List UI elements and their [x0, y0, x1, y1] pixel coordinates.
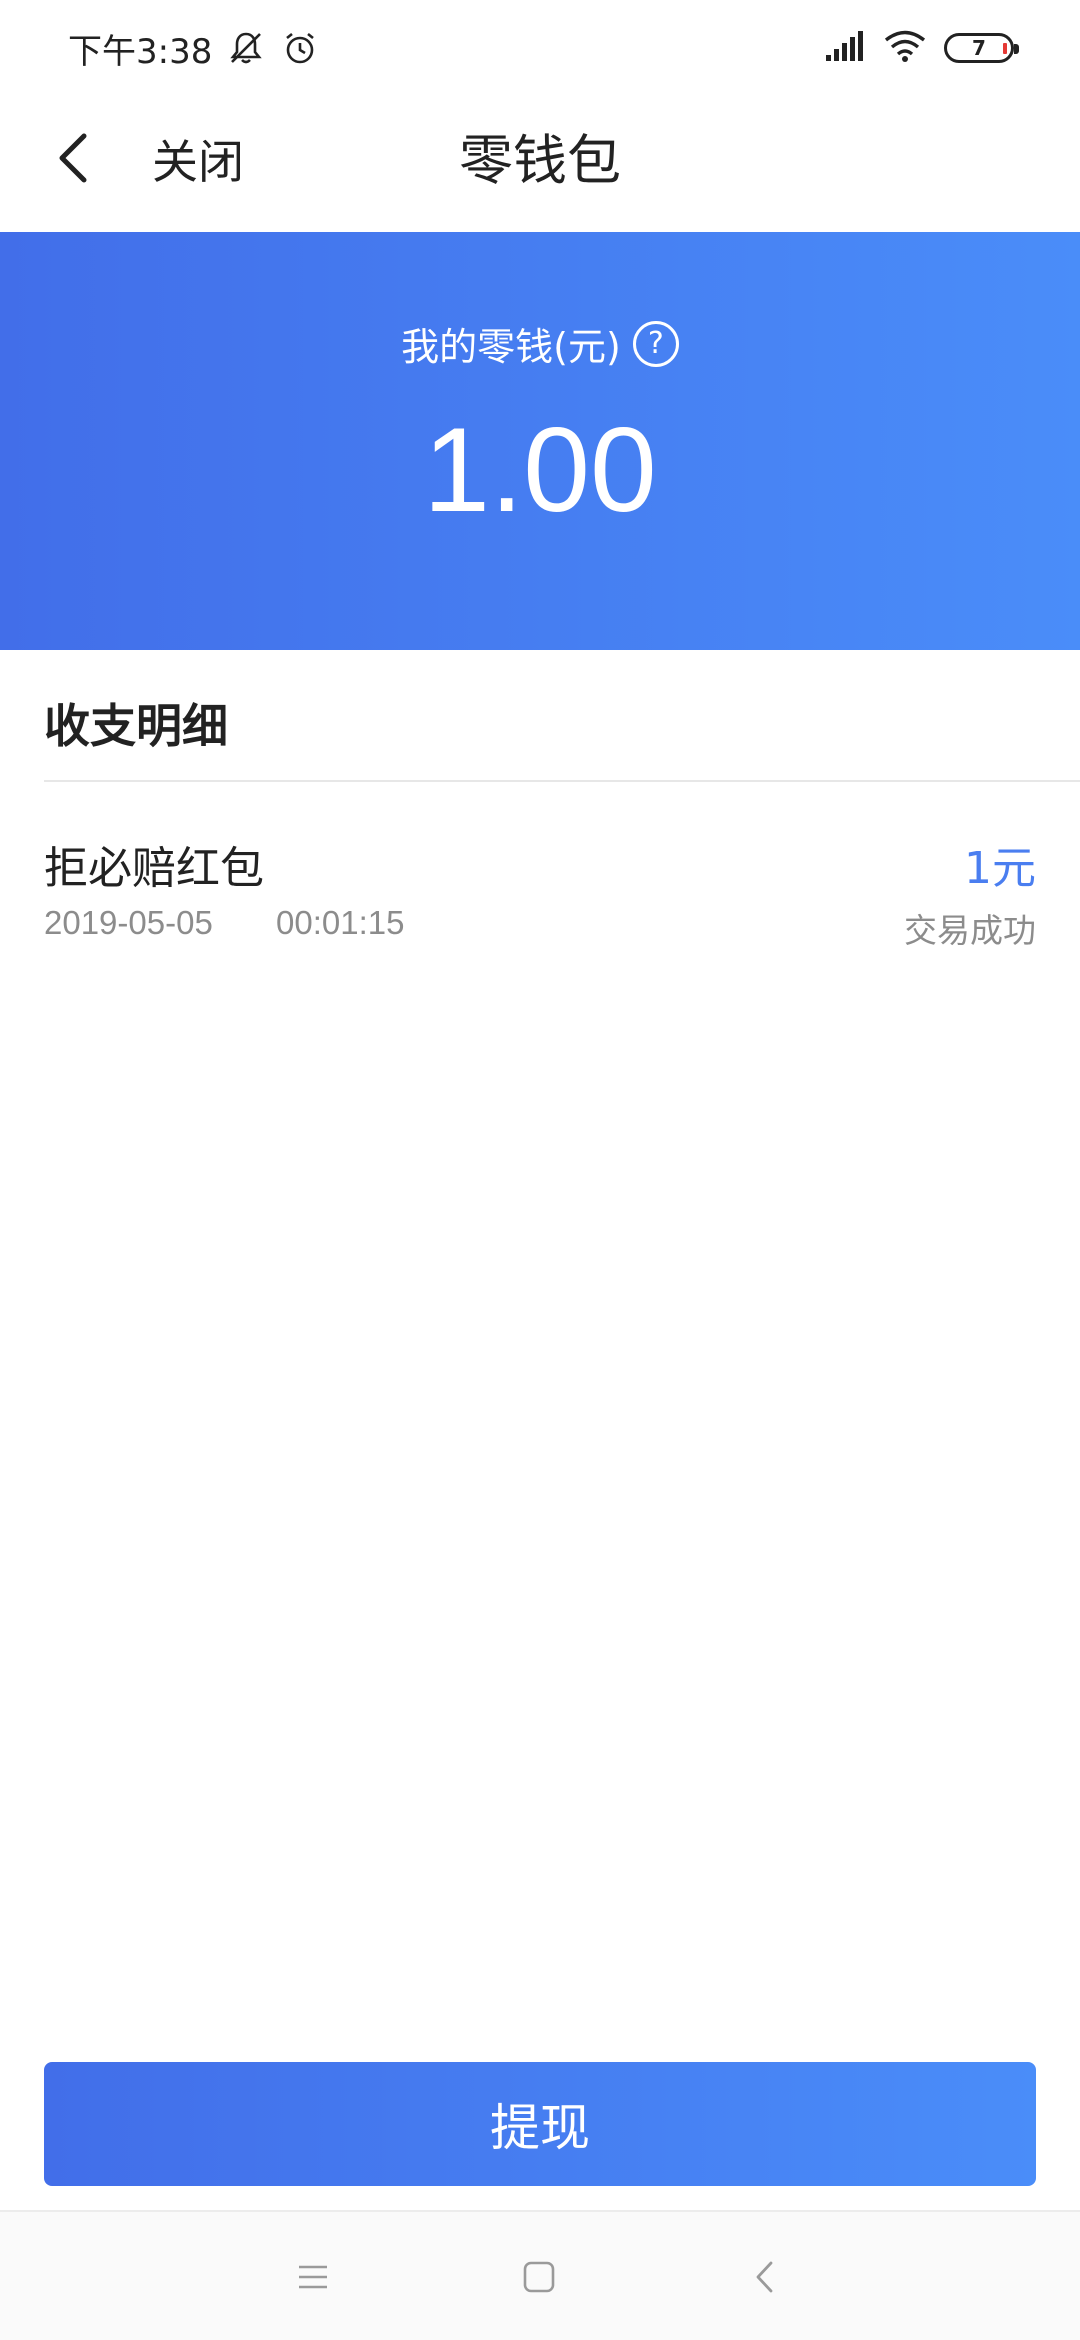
transaction-amount: 1元: [964, 843, 1036, 894]
home-button[interactable]: [512, 2250, 566, 2304]
question-circle-icon[interactable]: ?: [632, 320, 679, 367]
system-nav-bar: [0, 2210, 1080, 2340]
status-right: 7: [824, 29, 1019, 67]
alarm-icon: [280, 28, 320, 68]
battery-low-indicator: [1003, 43, 1007, 54]
status-left: 下午3:38: [68, 24, 320, 73]
transaction-time: 00:01:15: [276, 904, 405, 941]
status-bar: 下午3:38 7: [0, 0, 1080, 96]
transaction-row[interactable]: 拒必赔红包 2019-05-05 00:01:15 1元 交易成功: [0, 782, 1080, 962]
status-time: 下午3:38: [68, 31, 213, 72]
balance-amount: 1.00: [423, 403, 657, 537]
balance-label: 我的零钱(元): [401, 325, 621, 369]
signal-icon: [824, 29, 866, 67]
balance-label-row: 我的零钱(元) ?: [0, 316, 1080, 371]
withdraw-button[interactable]: 提现: [44, 2062, 1036, 2186]
section-title: 收支明细: [44, 699, 228, 753]
wallet-page: 下午3:38 7 关闭 零钱包 我的零钱(元) ? 1.00 收支明细 拒必赔红…: [0, 0, 1080, 2340]
page-title: 零钱包: [459, 129, 621, 192]
transaction-date: 2019-05-05: [44, 904, 213, 941]
menu-icon: [299, 2265, 327, 2289]
menu-button[interactable]: [286, 2250, 340, 2304]
back-icon: [756, 2261, 773, 2293]
balance-card: 我的零钱(元) ? 1.00: [0, 232, 1080, 650]
battery-icon: 7: [944, 33, 1019, 63]
transaction-title: 拒必赔红包: [44, 843, 264, 894]
notifications-muted-icon: [226, 28, 266, 68]
battery-level: 7: [972, 36, 986, 60]
wifi-icon: [884, 29, 926, 67]
nav-header: 关闭 零钱包: [0, 96, 1080, 232]
home-icon: [523, 2261, 555, 2293]
transaction-status: 交易成功: [904, 911, 1036, 950]
system-back-button[interactable]: [738, 2250, 792, 2304]
